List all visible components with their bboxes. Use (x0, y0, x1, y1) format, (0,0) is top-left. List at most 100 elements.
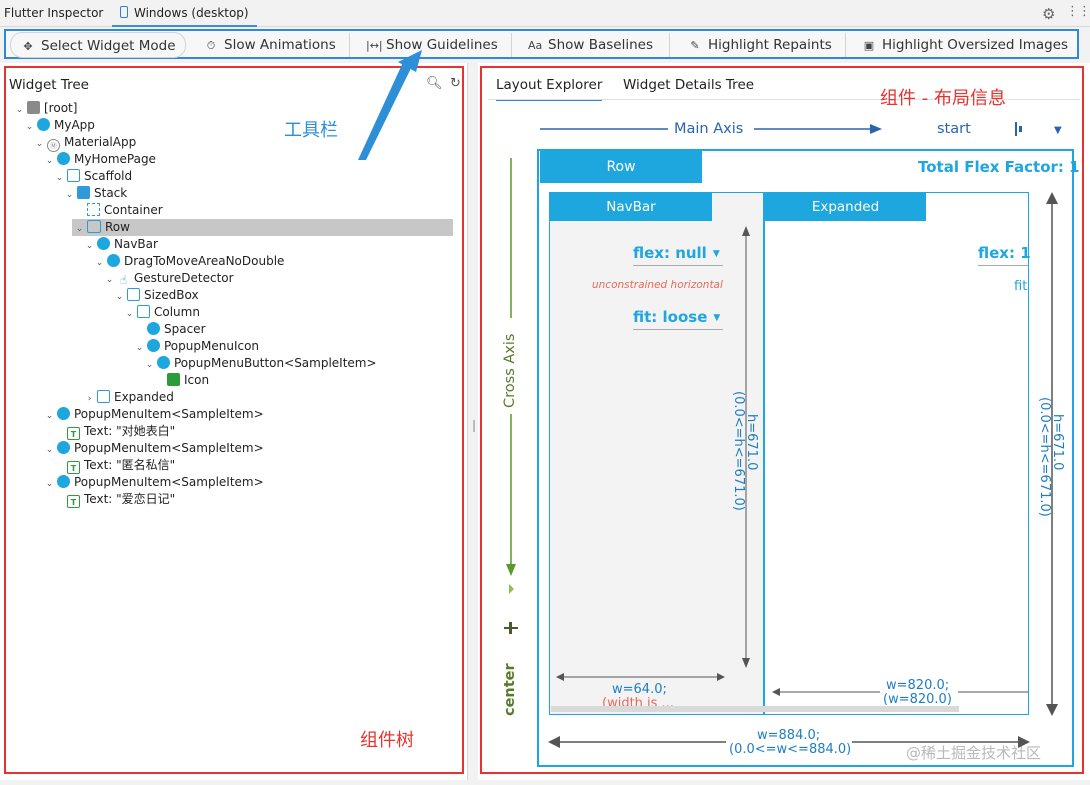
widget-tree-title: Widget Tree (9, 77, 89, 93)
widget-blue-icon (97, 237, 110, 250)
tree-node-label: PopupMenuItem<SampleItem> (74, 441, 264, 455)
tree-node-label: MyApp (54, 118, 95, 132)
tree-node[interactable]: ⌄ Row (74, 219, 130, 236)
tree-node-label: DragToMoveAreaNoDouble (124, 254, 285, 268)
tree-node-label: SizedBox (144, 288, 199, 302)
tree-node[interactable]: ⌄ PopupMenuItem<SampleItem> (44, 406, 264, 423)
tree-node[interactable]: ⌄ Stack (64, 185, 127, 202)
widget-hand-icon: ☝ (119, 273, 128, 287)
top-tab-bar: Flutter Inspector Windows (desktop) ⚙ ⋮⋮ (0, 0, 1090, 27)
row-header[interactable]: Row (540, 151, 702, 183)
expanded-child-box[interactable] (764, 192, 1029, 715)
baseline-icon: Aa (528, 39, 543, 52)
widget-scaffold-icon (67, 169, 80, 182)
expanded-child-header[interactable]: Expanded (765, 193, 926, 221)
row-height: h=671.0 (1050, 414, 1065, 471)
tree-node[interactable]: ⌄ PopupMenuIcon (134, 338, 259, 355)
tree-node[interactable]: ⌄ DragToMoveAreaNoDouble (94, 253, 284, 270)
tree-node[interactable]: ⌄ ☝ GestureDetector (104, 270, 234, 287)
unconstrained-note: unconstrained horizontal (592, 279, 723, 291)
app-title: Flutter Inspector (4, 6, 104, 20)
main-axis-dropdown-icon[interactable]: ▼ (1054, 125, 1062, 136)
widget-folder-icon (27, 101, 40, 114)
toolbar-annotation: 工具栏 (284, 120, 338, 141)
expanded-width: w=820.0; (886, 678, 950, 693)
widget-blue-icon (157, 356, 170, 369)
show-baselines-button[interactable]: Aa Show Baselines (512, 33, 670, 57)
tab-layout-explorer[interactable]: Layout Explorer (496, 77, 603, 101)
widget-blue-icon (37, 118, 50, 131)
tree-node-label: Expanded (114, 390, 174, 404)
tree-node[interactable]: ⌄ PopupMenuItem<SampleItem> (44, 440, 264, 457)
widget-blue-icon (57, 441, 70, 454)
tree-node[interactable]: Spacer (134, 321, 206, 338)
tree-node[interactable]: Container (74, 202, 163, 219)
expanded-fit-dropdown[interactable]: fit (1014, 279, 1027, 294)
tree-node[interactable]: ⌄ SizedBox (114, 287, 199, 304)
tree-node-label: NavBar (114, 237, 158, 251)
tree-node[interactable]: ⌄ PopupMenuItem<SampleItem> (44, 474, 264, 491)
pointer-icon: ✥ (23, 40, 33, 53)
tree-node[interactable]: ⌄ [root] (14, 100, 77, 117)
highlight-repaints-button[interactable]: ✎ Highlight Repaints (670, 33, 846, 57)
navbar-fit-dropdown[interactable]: fit: loose ▼ (633, 308, 723, 330)
widget-row-icon (87, 220, 101, 233)
navbar-width-note: (width is ... (602, 696, 674, 711)
phone-icon (120, 6, 128, 18)
tree-node[interactable]: Icon (154, 372, 209, 389)
tree-node-label: Container (104, 203, 163, 217)
widget-sq-icon (127, 288, 140, 301)
tree-node-label: PopupMenuButton<SampleItem> (174, 356, 377, 370)
tab-widget-details-tree[interactable]: Widget Details Tree (623, 77, 754, 99)
watermark: @稀土掘金技术社区 (906, 744, 1042, 762)
navbar-flex-dropdown[interactable]: flex: null ▼ (633, 244, 723, 266)
navbar-child-header[interactable]: NavBar (550, 193, 712, 221)
total-flex-factor: Total Flex Factor: 1 (918, 158, 1080, 176)
tree-node-label: Spacer (164, 322, 206, 336)
widget-dash-icon (87, 203, 100, 216)
tree-node[interactable]: ⌄ MyApp (24, 117, 95, 134)
tree-node-label: Text: "对她表白" (84, 424, 176, 438)
flutter-inspector-window: Flutter Inspector Windows (desktop) ⚙ ⋮⋮… (0, 0, 1090, 785)
row-height-constraint: (0.0<=h<=671.0) (1037, 397, 1052, 517)
more-icon[interactable]: ⋮⋮ (1066, 4, 1090, 19)
chevron-down-icon: ▼ (712, 249, 720, 259)
widget-text-icon: T (67, 427, 80, 440)
chevron-down-icon: ▼ (713, 313, 721, 323)
widget-blue-icon (107, 254, 120, 267)
tree-node[interactable]: ⌄ NavBar (84, 236, 158, 253)
device-tab-label: Windows (desktop) (134, 6, 249, 20)
search-icon[interactable]: 🔍︎ (426, 76, 443, 91)
select-widget-mode-button[interactable]: ✥ Select Widget Mode (10, 32, 186, 58)
highlight-oversized-images-button[interactable]: ▣ Highlight Oversized Images (846, 33, 1074, 57)
tree-node-label: PopupMenuItem<SampleItem> (74, 407, 264, 421)
tree-node[interactable]: ⌄ Scaffold (54, 168, 132, 185)
tree-node-label: Stack (94, 186, 128, 200)
cross-axis-value[interactable]: center (502, 663, 518, 716)
tree-node-label: PopupMenuIcon (164, 339, 260, 353)
layout-annotation: 组件 - 布局信息 (880, 88, 1006, 109)
tree-node[interactable]: ⌄ PopupMenuButton<SampleItem> (144, 355, 377, 372)
main-axis-value[interactable]: start (937, 121, 971, 137)
expanded-flex-dropdown[interactable]: flex: 1 (978, 244, 1031, 266)
tree-node[interactable]: ⌄ MyHomePage (44, 151, 156, 168)
refresh-icon[interactable]: ↻ (450, 76, 461, 91)
tree-node[interactable]: T Text: "对她表白" (54, 423, 175, 440)
device-tab[interactable]: Windows (desktop) (112, 0, 257, 27)
tree-node[interactable]: › Expanded (84, 389, 174, 406)
gear-icon[interactable]: ⚙ (1042, 5, 1055, 23)
tree-node-label: PopupMenuItem<SampleItem> (74, 475, 264, 489)
row-width: w=884.0; (757, 728, 821, 743)
slow-animations-button[interactable]: ⏱ Slow Animations (188, 33, 350, 57)
show-guidelines-button[interactable]: |↔| Show Guidelines (350, 33, 512, 57)
tree-node-label: Icon (184, 373, 210, 387)
image-icon: ▣ (863, 39, 875, 52)
tree-node-label: Scaffold (84, 169, 133, 183)
tree-node[interactable]: ⌄ Column (124, 304, 200, 321)
tree-node-label: MyHomePage (74, 152, 156, 166)
timer-icon: ⏱ (206, 39, 216, 52)
tree-node[interactable]: T Text: "爱恋日记" (54, 491, 175, 508)
tree-node[interactable]: T Text: "匿名私信" (54, 457, 175, 474)
tree-node[interactable]: ⌄ Ⓜ MaterialApp (34, 134, 136, 152)
tree-node-label: Text: "爱恋日记" (84, 492, 176, 506)
